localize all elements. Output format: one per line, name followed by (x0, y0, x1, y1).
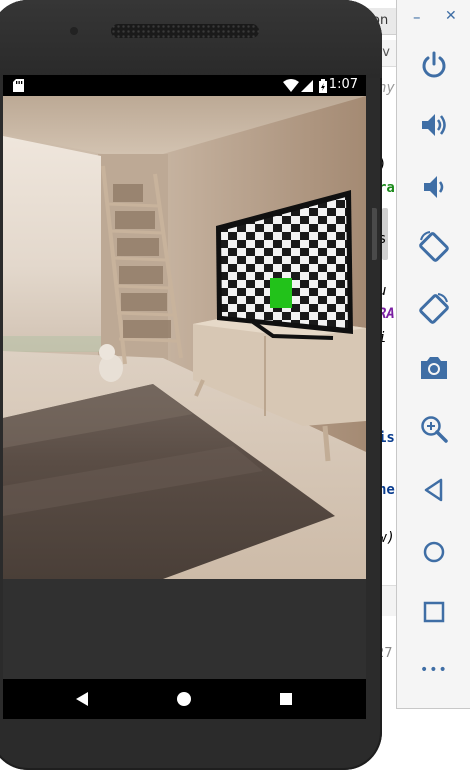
green-marker (270, 278, 292, 308)
front-camera-icon (70, 27, 78, 35)
power-icon (422, 51, 446, 78)
camera-icon (421, 357, 447, 379)
zoom-icon (421, 416, 448, 443)
more-icon: ••• (420, 662, 448, 678)
overview-button[interactable] (423, 601, 445, 623)
volume-down-icon (424, 176, 444, 198)
minimize-button[interactable]: – (413, 8, 421, 26)
volume-up-button[interactable] (419, 110, 449, 140)
back-icon (424, 478, 443, 502)
home-button[interactable] (422, 540, 446, 564)
ar-scene-view[interactable] (3, 96, 366, 579)
emulator-control-panel: – ✕ ••• (396, 0, 470, 709)
room-scene (3, 96, 366, 579)
volume-up-icon (422, 114, 446, 136)
close-button[interactable]: ✕ (445, 8, 457, 24)
rotate-left-icon (419, 231, 449, 262)
sd-card-icon (13, 79, 24, 92)
nav-home-icon[interactable] (177, 692, 191, 706)
rotate-right-button[interactable] (417, 292, 451, 326)
volume-down-button[interactable] (419, 172, 449, 202)
device-screen[interactable]: 1:07 (3, 75, 366, 679)
screenshot-button[interactable] (419, 354, 449, 382)
zoom-button[interactable] (419, 414, 449, 444)
nav-overview-icon[interactable] (280, 693, 292, 705)
android-nav-bar (3, 679, 366, 719)
rotate-right-icon (419, 293, 449, 324)
earpiece-speaker (111, 24, 259, 38)
device-top-bezel (0, 0, 382, 78)
rotate-left-button[interactable] (417, 230, 451, 264)
signal-icon (301, 80, 313, 92)
status-bar: 1:07 (3, 75, 366, 96)
back-button[interactable] (423, 478, 445, 502)
overview-icon (423, 601, 445, 623)
side-button (372, 208, 377, 260)
nav-back-icon[interactable] (76, 692, 90, 706)
power-button[interactable] (419, 50, 449, 80)
panel-window-controls: – ✕ (397, 0, 470, 36)
status-time: 1:07 (328, 77, 358, 92)
home-icon (423, 541, 445, 563)
battery-icon (319, 79, 327, 93)
wifi-icon (283, 79, 299, 92)
more-button[interactable]: ••• (420, 662, 448, 678)
